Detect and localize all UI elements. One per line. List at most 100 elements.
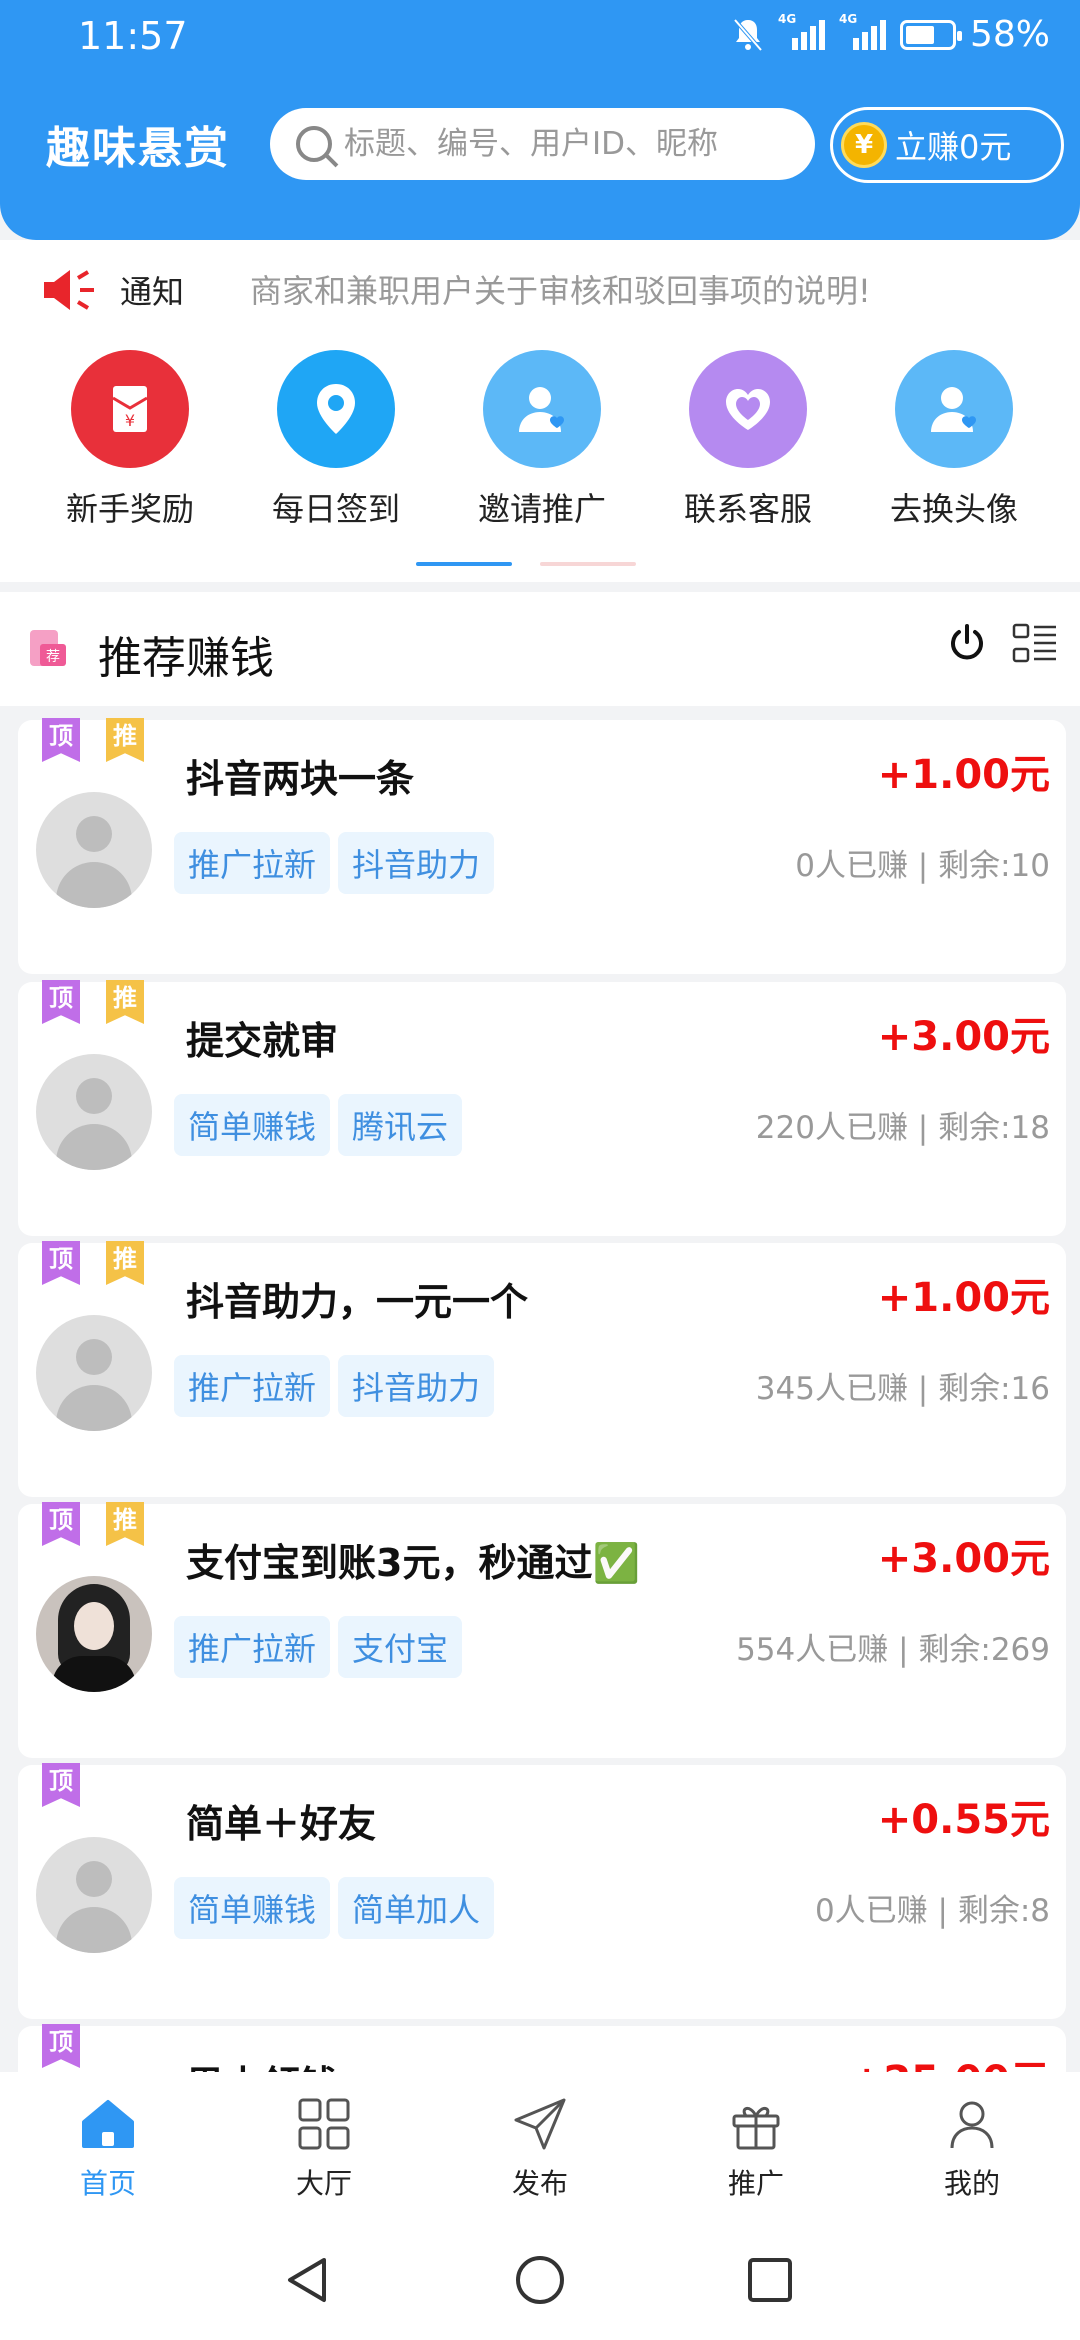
task-tag: 支付宝 xyxy=(338,1616,463,1678)
quick-change-avatar[interactable]: 去换头像 xyxy=(864,350,1044,530)
search-icon xyxy=(296,126,332,162)
task-title: 提交就审 xyxy=(186,1019,339,1063)
task-reward: +0.55元 xyxy=(877,1797,1050,1843)
gift-icon xyxy=(732,2107,780,2150)
header-bar: 11:57 4G 4G 58% 趣味悬赏 ¥ 立赚0元 xyxy=(0,0,1080,240)
quick-daily-checkin[interactable]: 每日签到 xyxy=(246,350,426,530)
battery-percent: 58% xyxy=(969,14,1050,55)
quick-label: 联系客服 xyxy=(683,490,812,528)
earn-now-label: 立赚0元 xyxy=(895,128,1012,166)
task-tag: 抖音助力 xyxy=(338,832,495,894)
search-bar[interactable] xyxy=(270,108,815,180)
status-bar: 11:57 4G 4G 58% xyxy=(0,0,1080,76)
home-circle-icon[interactable] xyxy=(512,2252,568,2308)
back-triangle-icon[interactable] xyxy=(280,2252,336,2308)
red-envelope-icon: ¥ xyxy=(71,350,189,468)
task-card[interactable]: 顶 推 抖音助力，一元一个 +1.00元 推广拉新 抖音助力 345人已赚 | … xyxy=(18,1241,1066,1497)
recommend-badge: 推 xyxy=(106,980,144,1024)
coin-icon: ¥ xyxy=(841,122,887,168)
page-indicator xyxy=(540,562,636,566)
nav-hall[interactable]: 大厅 xyxy=(264,2094,384,2202)
task-stats: 554人已赚 | 剩余:269 xyxy=(736,1632,1050,1668)
top-badge: 顶 xyxy=(42,1241,80,1285)
top-badge: 顶 xyxy=(42,2024,80,2068)
task-tag: 推广拉新 xyxy=(174,1616,331,1678)
nav-publish[interactable]: 发布 xyxy=(480,2094,600,2202)
bottom-nav: 首页 大厅 发布 推广 我的 xyxy=(0,2072,1080,2220)
status-time: 11:57 xyxy=(78,14,188,58)
heart-icon xyxy=(689,350,807,468)
recommend-badge: 推 xyxy=(106,1241,144,1285)
user-heart-icon xyxy=(895,350,1013,468)
task-card[interactable]: 顶 推 提交就审 +3.00元 简单赚钱 腾讯云 220人已赚 | 剩余:18 xyxy=(18,980,1066,1236)
task-tag: 推广拉新 xyxy=(174,1355,331,1417)
task-title: 简单＋好友 xyxy=(186,1802,377,1846)
task-tag: 简单赚钱 xyxy=(174,1877,331,1939)
nav-mine[interactable]: 我的 xyxy=(912,2094,1032,2202)
task-card[interactable]: 顶 推 支付宝到账3元，秒通过✅ +3.00元 推广拉新 支付宝 554人已赚 … xyxy=(18,1502,1066,1758)
avatar xyxy=(36,1576,152,1692)
power-icon[interactable] xyxy=(946,622,988,664)
recommend-badge: 推 xyxy=(106,718,144,762)
notice-text[interactable]: 商家和兼职用户关于审核和驳回事项的说明! xyxy=(250,266,871,312)
page-indicator-active xyxy=(416,562,512,566)
nav-label: 首页 xyxy=(79,2167,136,2200)
task-stats: 220人已赚 | 剩余:18 xyxy=(755,1110,1050,1146)
search-input[interactable] xyxy=(344,126,784,162)
task-tag: 推广拉新 xyxy=(174,832,331,894)
top-badge: 顶 xyxy=(42,980,80,1024)
task-title: 抖音两块一条 xyxy=(186,757,415,801)
notice-bar[interactable]: 通知 xyxy=(40,262,184,318)
quick-invite[interactable]: 邀请推广 xyxy=(452,350,632,530)
earn-now-button[interactable]: ¥ 立赚0元 xyxy=(830,107,1064,183)
recents-square-icon[interactable] xyxy=(742,2252,798,2308)
top-badge: 顶 xyxy=(42,1502,80,1546)
avatar xyxy=(36,1054,152,1170)
app-title: 趣味悬赏 xyxy=(46,123,230,174)
nav-label: 发布 xyxy=(511,2167,568,2200)
recommend-section-header: 荐 推荐赚钱 xyxy=(0,592,1080,706)
mute-bell-icon xyxy=(732,17,764,53)
avatar xyxy=(36,1837,152,1953)
task-reward: +3.00元 xyxy=(877,1014,1050,1060)
task-title: 支付宝到账3元，秒通过✅ xyxy=(186,1541,640,1585)
nav-label: 大厅 xyxy=(295,2167,352,2200)
task-tag: 简单赚钱 xyxy=(174,1094,331,1156)
send-icon xyxy=(514,2098,566,2150)
nav-label: 推广 xyxy=(727,2167,784,2200)
task-reward: +1.00元 xyxy=(877,752,1050,798)
quick-label: 新手奖励 xyxy=(65,490,194,528)
quick-new-user-reward[interactable]: ¥ 新手奖励 xyxy=(40,350,220,530)
task-card[interactable]: 顶 推 抖音两块一条 +1.00元 推广拉新 抖音助力 0人已赚 | 剩余:10 xyxy=(18,718,1066,974)
task-tag: 抖音助力 xyxy=(338,1355,495,1417)
task-tag: 简单加人 xyxy=(338,1877,495,1939)
recommend-badge-icon: 荐 xyxy=(30,630,66,666)
task-stats: 0人已赚 | 剩余:8 xyxy=(814,1893,1050,1929)
quick-label: 邀请推广 xyxy=(477,490,606,528)
signal-icon: 4G xyxy=(778,12,825,50)
svg-text:¥: ¥ xyxy=(125,411,135,430)
quick-label: 每日签到 xyxy=(271,490,400,528)
nav-home[interactable]: 首页 xyxy=(48,2094,168,2202)
person-icon xyxy=(950,2101,994,2149)
task-reward: +1.00元 xyxy=(877,1275,1050,1321)
battery-icon xyxy=(899,19,962,50)
task-stats: 345人已赚 | 剩余:16 xyxy=(755,1371,1050,1407)
layout-toggle-icon[interactable] xyxy=(1012,622,1058,668)
nav-label: 我的 xyxy=(943,2167,1000,2200)
task-title: 抖音助力，一元一个 xyxy=(186,1280,529,1324)
task-reward: +3.00元 xyxy=(877,1536,1050,1582)
nav-promote[interactable]: 推广 xyxy=(696,2094,816,2202)
user-heart-icon xyxy=(483,350,601,468)
home-icon xyxy=(82,2100,134,2148)
grid-icon xyxy=(298,2098,350,2150)
system-nav-bar xyxy=(0,2220,1080,2340)
task-card[interactable]: 顶 简单＋好友 +0.55元 简单赚钱 简单加人 0人已赚 | 剩余:8 xyxy=(18,1763,1066,2019)
top-badge: 顶 xyxy=(42,1763,80,1807)
notice-label: 通知 xyxy=(120,273,185,311)
quick-label: 去换头像 xyxy=(889,490,1018,528)
quick-customer-service[interactable]: 联系客服 xyxy=(658,350,838,530)
svg-text:荐: 荐 xyxy=(46,649,60,665)
megaphone-icon xyxy=(40,262,98,318)
avatar xyxy=(36,1315,152,1431)
